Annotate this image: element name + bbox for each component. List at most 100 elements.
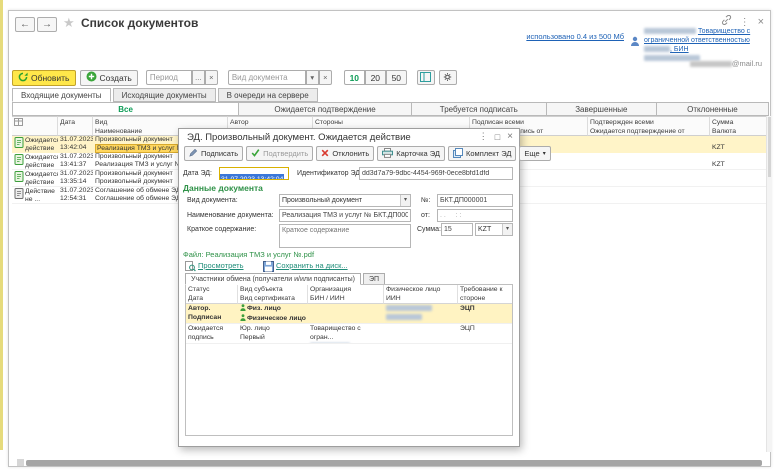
- horizontal-scrollbar[interactable]: [17, 459, 762, 466]
- dialog-controls: ⋮ □ ×: [479, 131, 513, 142]
- filter-completed[interactable]: Завершенные: [547, 102, 657, 116]
- back-button[interactable]: ←: [15, 17, 35, 32]
- x-icon: [321, 149, 329, 159]
- chevron-down-icon[interactable]: ▾: [502, 224, 512, 235]
- document-status-icon: [14, 188, 24, 204]
- participant-row[interactable]: Ожидается подпись Юр. лицоПервый руковод…: [186, 324, 512, 344]
- maximize-icon[interactable]: □: [495, 132, 500, 142]
- ed-card-button[interactable]: Карточка ЭД: [377, 146, 445, 161]
- settings-icon: [442, 69, 453, 87]
- column-requirement[interactable]: Требование к стороне: [458, 285, 512, 304]
- tab-incoming-documents[interactable]: Входящие документы: [12, 88, 111, 102]
- summary-label: Краткое содержание:: [187, 226, 256, 233]
- refresh-icon: [18, 72, 28, 84]
- reject-button[interactable]: Отклонить: [316, 146, 374, 161]
- save-to-disk-link[interactable]: Сохранить на диск...: [276, 261, 348, 270]
- doctype-clear-button[interactable]: ×: [319, 70, 332, 85]
- pages-icon: [453, 148, 463, 160]
- list-settings-button[interactable]: [439, 70, 457, 85]
- status-filter-tabs: Все Ожидается подтверждение Требуется по…: [12, 102, 769, 116]
- summary-textarea[interactable]: [279, 224, 411, 248]
- chevron-down-icon[interactable]: ▾: [400, 195, 410, 206]
- document-status-icon: [14, 137, 24, 153]
- column-confirmed[interactable]: Подтвержден всемиОжидается подтверждение…: [588, 116, 710, 136]
- doc-name-label: Наименование документа:: [187, 212, 274, 219]
- filter-requires-signing[interactable]: Требуется подписать: [412, 102, 547, 116]
- sign-button[interactable]: Подписать: [184, 146, 243, 161]
- forward-button[interactable]: →: [37, 17, 57, 32]
- dialog-title: ЭД. Произвольный документ. Ожидается дей…: [187, 132, 411, 143]
- refresh-button[interactable]: Обновить: [12, 70, 76, 86]
- tab-server-queue[interactable]: В очереди на сервере: [218, 88, 318, 102]
- page-size-20[interactable]: 20: [365, 70, 386, 85]
- ed-document-dialog: ЭД. Произвольный документ. Ожидается дей…: [178, 128, 520, 447]
- sum-input[interactable]: [441, 223, 473, 236]
- vertical-scrollbar[interactable]: [766, 116, 771, 452]
- document-status-icon: [14, 154, 24, 170]
- page-size-10[interactable]: 10: [344, 70, 365, 85]
- participant-row[interactable]: Автор. Подписан31.07.2023 13:42:04 Физ. …: [186, 304, 512, 324]
- kind-select[interactable]: Произвольный документ ▾: [279, 194, 411, 207]
- column-status[interactable]: [12, 116, 58, 136]
- filter-rejected[interactable]: Отклоненные: [657, 102, 769, 116]
- pen-icon: [189, 148, 198, 159]
- close-icon[interactable]: ×: [507, 131, 513, 142]
- chevron-down-icon: ▾: [543, 150, 546, 157]
- sum-label: Сумма:: [417, 226, 441, 233]
- column-status-date[interactable]: СтатусДата: [186, 285, 238, 304]
- doctype-input[interactable]: [228, 70, 306, 85]
- create-button[interactable]: Создать: [80, 70, 138, 86]
- scrollbar-thumb[interactable]: [768, 117, 771, 177]
- favorite-star-icon[interactable]: ★: [63, 15, 75, 31]
- from-date-input[interactable]: [437, 209, 513, 222]
- ed-date-input[interactable]: 31.07.2023 13:42:04: [219, 167, 289, 180]
- column-date[interactable]: Дата: [58, 116, 93, 136]
- organization-link[interactable]: Товарищество с ограниченной ответственно…: [644, 27, 762, 63]
- doc-name-input[interactable]: [279, 209, 411, 222]
- filter-all[interactable]: Все: [12, 102, 239, 116]
- more-icon[interactable]: ⋮: [740, 17, 750, 28]
- person-icon: [240, 314, 246, 323]
- ed-kit-button[interactable]: Комплект ЭД: [448, 146, 516, 161]
- period-clear-button[interactable]: ×: [205, 70, 218, 85]
- from-label: от:: [421, 212, 430, 219]
- tab-outgoing-documents[interactable]: Исходящие документы: [113, 88, 216, 102]
- grid-icon: [14, 121, 23, 128]
- period-choose-button[interactable]: ...: [192, 70, 205, 85]
- redacted-text: [690, 61, 732, 67]
- more-actions-button[interactable]: Еще▾: [519, 146, 550, 161]
- filter-awaiting-confirmation[interactable]: Ожидается подтверждение: [239, 102, 412, 116]
- column-organization[interactable]: ОрганизацияБИН / ИИН: [308, 285, 384, 304]
- redacted-text: [386, 314, 422, 320]
- tab-exchange-participants[interactable]: Участники обмена (получатели и/или подпи…: [185, 273, 361, 285]
- ed-id-input[interactable]: [359, 167, 513, 180]
- column-subject[interactable]: Вид субъектаВид сертификата: [238, 285, 308, 304]
- section-document-data: Данные документа: [183, 183, 263, 193]
- redacted-text: [644, 46, 670, 52]
- currency-select[interactable]: KZT ▾: [475, 223, 513, 236]
- page-size-50[interactable]: 50: [386, 70, 407, 85]
- period-input[interactable]: [146, 70, 192, 85]
- person-icon: [240, 304, 246, 314]
- page-title: Список документов: [81, 16, 198, 30]
- scrollbar-thumb[interactable]: [26, 460, 762, 466]
- user-email: @mail.ru: [690, 59, 762, 68]
- redacted-text: [386, 305, 432, 311]
- column-person[interactable]: Физическое лицоИИН: [384, 285, 458, 304]
- columns-view-button[interactable]: [417, 70, 435, 85]
- kind-label: Вид документа:: [187, 197, 238, 204]
- file-name-line: Файл: Реализация ТМЗ и услуг №.pdf: [183, 250, 314, 259]
- column-sum[interactable]: СуммаВалюта: [710, 116, 769, 136]
- document-status-icon: [14, 171, 24, 187]
- preview-link[interactable]: Просмотреть: [198, 261, 244, 270]
- columns-icon: [420, 69, 431, 87]
- confirm-button[interactable]: Подтвердить: [246, 146, 313, 161]
- participants-table-header: СтатусДата Вид субъектаВид сертификата О…: [186, 285, 512, 304]
- user-icon: [630, 33, 640, 51]
- background-window-edge: [0, 0, 3, 450]
- check-icon: [251, 148, 260, 159]
- number-input[interactable]: [437, 194, 513, 207]
- storage-usage-link[interactable]: использовано 0.4 из 500 Мб: [526, 32, 624, 41]
- more-icon[interactable]: ⋮: [479, 131, 488, 142]
- doctype-dropdown-icon[interactable]: ▾: [306, 70, 319, 85]
